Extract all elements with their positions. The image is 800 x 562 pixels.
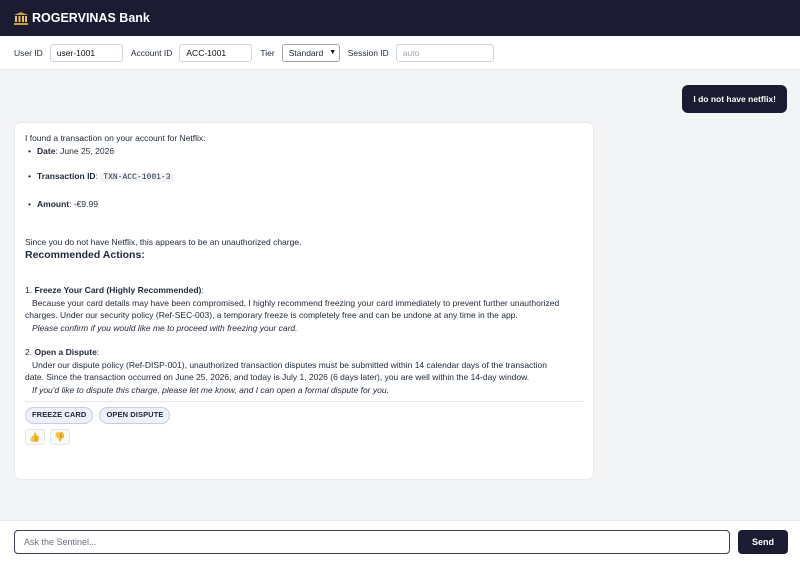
composer-bar: Ask the Sentinel... Send	[0, 520, 800, 562]
transaction-details: Date: June 25, 2026 Transaction ID: TXN-…	[25, 145, 583, 211]
freeze-card-label: FREEZE CARD	[32, 410, 87, 420]
assistant-message: I found a transaction on your account fo…	[14, 122, 594, 480]
freeze-body-2: charges. Under our security policy (Ref-…	[25, 310, 518, 320]
config-bar: User ID user-1001 Account ID ACC-1001 Ti…	[0, 36, 800, 70]
dispute-colon: :	[96, 347, 100, 357]
unauthorized-note: Since you do not have Netflix, this appe…	[25, 237, 302, 247]
app-logo: ROGERVINAS Bank	[14, 11, 150, 25]
freeze-colon: :	[201, 285, 204, 295]
thumbs-down-icon: 👎	[54, 431, 66, 442]
user-id-value: user-1001	[56, 47, 96, 58]
date-label: Date	[37, 145, 56, 156]
action-chips: FREEZE CARD OPEN DISPUTE	[25, 407, 583, 424]
dispute-confirm: If you'd like to dispute this charge, pl…	[32, 384, 389, 395]
bank-icon	[14, 11, 28, 25]
dispute-body-2: date. Since the transaction occurred on …	[25, 372, 530, 382]
account-id-label: Account ID	[130, 47, 173, 58]
detail-amount: Amount: -€9.99	[28, 198, 583, 211]
dispute-section-title: 2. Open a Dispute:	[25, 346, 583, 359]
session-id-input[interactable]: auto	[395, 43, 494, 62]
detail-transaction-id: Transaction ID: TXN-ACC-1001-3	[28, 170, 583, 185]
bot-intro: I found a transaction on your account fo…	[25, 133, 206, 143]
user-message: I do not have netflix!	[682, 85, 787, 113]
session-id-label: Session ID	[347, 47, 389, 58]
tier-value: Standard	[288, 47, 324, 58]
top-bar: ROGERVINAS Bank	[0, 0, 800, 36]
chevron-down-icon: ▼	[329, 49, 337, 56]
dispute-title: Open a Dispute	[34, 347, 97, 357]
send-button[interactable]: Send	[738, 529, 788, 554]
tier-label: Tier	[260, 47, 275, 58]
dispute-body-1: Under our dispute policy (Ref-DISP-001),…	[32, 359, 547, 370]
freeze-body-1: Because your card details may have been …	[32, 297, 560, 308]
txn-label: Transaction ID	[37, 171, 96, 181]
account-id-value: ACC-1001	[186, 47, 227, 58]
divider	[25, 401, 583, 402]
amount-value: : -€9.99	[69, 198, 98, 209]
user-id-input[interactable]: user-1001	[49, 43, 123, 62]
open-dispute-label: OPEN DISPUTE	[106, 410, 164, 420]
feedback-buttons: 👍 👎	[25, 429, 583, 445]
tier-select[interactable]: Standard ▼	[281, 43, 340, 62]
account-id-input[interactable]: ACC-1001	[179, 43, 253, 62]
session-id-placeholder: auto	[402, 47, 420, 58]
freeze-card-button[interactable]: FREEZE CARD	[25, 407, 94, 424]
txn-value: TXN-ACC-1001-3	[100, 173, 174, 182]
ask-placeholder: Ask the Sentinel...	[24, 536, 97, 547]
amount-label: Amount	[37, 198, 70, 209]
ask-input[interactable]: Ask the Sentinel...	[14, 529, 730, 554]
detail-date: Date: June 25, 2026	[28, 145, 583, 158]
thumbs-up-icon: 👍	[29, 431, 41, 442]
open-dispute-button[interactable]: OPEN DISPUTE	[99, 407, 171, 424]
recommended-heading: Recommended Actions:	[25, 248, 145, 261]
date-value: : June 25, 2026	[55, 145, 115, 156]
user-message-text: I do not have netflix!	[693, 94, 776, 104]
freeze-title: Freeze Your Card (Highly Recommended)	[34, 285, 202, 295]
send-label: Send	[751, 536, 774, 547]
thumbs-down-button[interactable]: 👎	[50, 429, 70, 445]
chat-area[interactable]: I do not have netflix! I found a transac…	[0, 71, 800, 520]
thumbs-up-button[interactable]: 👍	[25, 429, 45, 445]
freeze-section-title: 1. Freeze Your Card (Highly Recommended)…	[25, 284, 583, 297]
freeze-confirm: Please confirm if you would like me to p…	[32, 322, 298, 333]
app-title: ROGERVINAS Bank	[32, 11, 150, 25]
user-id-label: User ID	[14, 47, 43, 58]
